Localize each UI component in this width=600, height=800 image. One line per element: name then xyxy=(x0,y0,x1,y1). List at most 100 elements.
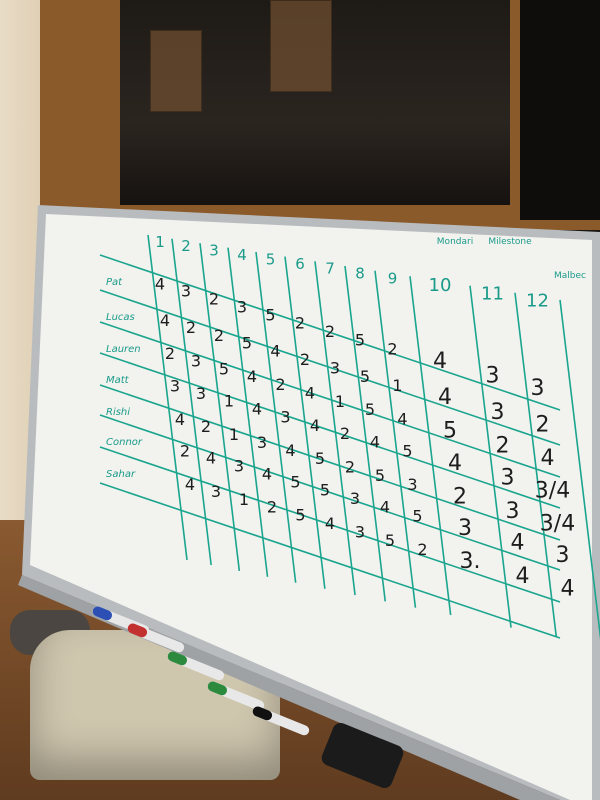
score-cell: 3 xyxy=(170,377,180,396)
score-cell: 5 xyxy=(443,419,457,444)
score-cell: 5 xyxy=(265,305,275,324)
column-header: 8 xyxy=(355,264,365,282)
column-header: 12 xyxy=(526,290,549,311)
score-cell: 4 xyxy=(206,449,216,468)
score-cell: 4 xyxy=(541,446,555,471)
score-cell: 4 xyxy=(438,385,452,410)
header-note: Mondari xyxy=(437,237,473,247)
score-cell: 5 xyxy=(219,359,229,378)
score-cell: 3 xyxy=(531,376,545,401)
score-cell: 5 xyxy=(295,506,305,525)
row-name: Sahar xyxy=(106,469,136,480)
score-cell: 4 xyxy=(397,409,407,428)
score-cell: 5 xyxy=(360,367,370,386)
score-cell: 1 xyxy=(335,392,345,411)
whiteboard: 1 2 3 4 5 6 7 8 9 10 11 12 Mondari Milestone Malbec Pat… xyxy=(0,0,600,800)
score-cell: 4 xyxy=(561,576,575,601)
column-header: 6 xyxy=(295,255,305,273)
score-cell: 3 xyxy=(506,499,520,524)
score-cell: 5 xyxy=(385,531,395,550)
score-cell: 4 xyxy=(270,342,280,361)
score-cell: 2 xyxy=(453,484,467,509)
score-cell: 2 xyxy=(209,289,219,308)
score-cell: 3/4 xyxy=(540,512,575,537)
score-cell: 2 xyxy=(186,318,196,337)
column-header: 9 xyxy=(388,270,398,288)
score-cell: 2 xyxy=(267,498,277,517)
column-header: 4 xyxy=(237,246,247,264)
column-header: 10 xyxy=(429,275,452,296)
score-cell: 2 xyxy=(214,326,224,345)
score-cell: 3 xyxy=(491,400,505,425)
header-note: Malbec xyxy=(554,271,586,281)
score-cell: 4 xyxy=(247,367,257,386)
row-name: Connor xyxy=(106,437,143,448)
score-cell: 2 xyxy=(340,424,350,443)
score-cell: 5 xyxy=(290,472,300,491)
score-cell: 4 xyxy=(380,497,390,516)
score-cell: 2 xyxy=(275,375,285,394)
score-cell: 5 xyxy=(365,400,375,419)
score-cell: 5 xyxy=(375,466,385,485)
score-cell: 4 xyxy=(511,530,525,555)
header-note: Milestone xyxy=(488,237,532,247)
column-header: 5 xyxy=(266,250,276,268)
score-cell: 2 xyxy=(180,441,190,460)
score-cell: 4 xyxy=(185,475,195,494)
score-cell: 5 xyxy=(315,449,325,468)
score-cell: 3 xyxy=(211,482,221,501)
score-cell: 1 xyxy=(229,425,239,444)
score-cell: 2 xyxy=(300,350,310,369)
score-cell: 2 xyxy=(345,458,355,477)
score-cell: 3 xyxy=(501,466,515,491)
column-header: 3 xyxy=(209,241,219,259)
column-header: 1 xyxy=(155,233,165,251)
row-name: Lauren xyxy=(106,344,141,355)
score-cell: 4 xyxy=(433,349,447,374)
score-cell: 3/4 xyxy=(535,478,570,503)
score-cell: 5 xyxy=(242,334,252,353)
score-cell: 3 xyxy=(181,282,191,301)
score-cell: 3 xyxy=(330,358,340,377)
column-header: 11 xyxy=(481,283,504,304)
score-cell: 3 xyxy=(280,408,290,427)
photo-scene: 1 2 3 4 5 6 7 8 9 10 11 12 Mondari Milestone Malbec Pat… xyxy=(0,0,600,800)
whiteboard-drawing: 1 2 3 4 5 6 7 8 9 10 11 12Mondari MilestoneMalbecPat… xyxy=(18,205,600,800)
score-cell: 2 xyxy=(325,322,335,341)
score-cell: 5 xyxy=(355,330,365,349)
score-cell: 1 xyxy=(392,376,402,395)
score-cell: 4 xyxy=(160,311,170,330)
score-cell: 2 xyxy=(165,344,175,363)
score-cell: 4 xyxy=(448,451,462,476)
score-cell: 3. xyxy=(460,549,481,574)
score-cell: 4 xyxy=(516,564,530,589)
score-cell: 4 xyxy=(262,464,272,483)
score-cell: 4 xyxy=(252,400,262,419)
score-cell: 4 xyxy=(155,274,165,293)
score-cell: 4 xyxy=(370,433,380,452)
score-cell: 4 xyxy=(285,441,295,460)
score-cell: 3 xyxy=(407,475,417,494)
score-cell: 2 xyxy=(496,433,510,458)
score-cell: 3 xyxy=(237,297,247,316)
score-cell: 3 xyxy=(257,433,267,452)
score-cell: 3 xyxy=(191,351,201,370)
score-cell: 4 xyxy=(310,416,320,435)
score-cell: 3 xyxy=(196,384,206,403)
score-cell: 3 xyxy=(234,456,244,475)
column-header: 2 xyxy=(181,237,191,255)
score-cell: 1 xyxy=(224,392,234,411)
score-cell: 5 xyxy=(402,442,412,461)
score-cell: 5 xyxy=(320,481,330,500)
score-cell: 2 xyxy=(387,339,397,358)
row-name: Matt xyxy=(106,375,130,386)
score-cell: 3 xyxy=(486,363,500,388)
score-cell: 2 xyxy=(417,540,427,559)
row-name: Rishi xyxy=(106,407,130,418)
row-name: Lucas xyxy=(106,312,135,323)
score-cell: 4 xyxy=(175,410,185,429)
score-cell: 4 xyxy=(325,514,335,533)
score-cell: 3 xyxy=(556,543,570,568)
score-cell: 3 xyxy=(355,522,365,541)
score-cell: 3 xyxy=(350,489,360,508)
